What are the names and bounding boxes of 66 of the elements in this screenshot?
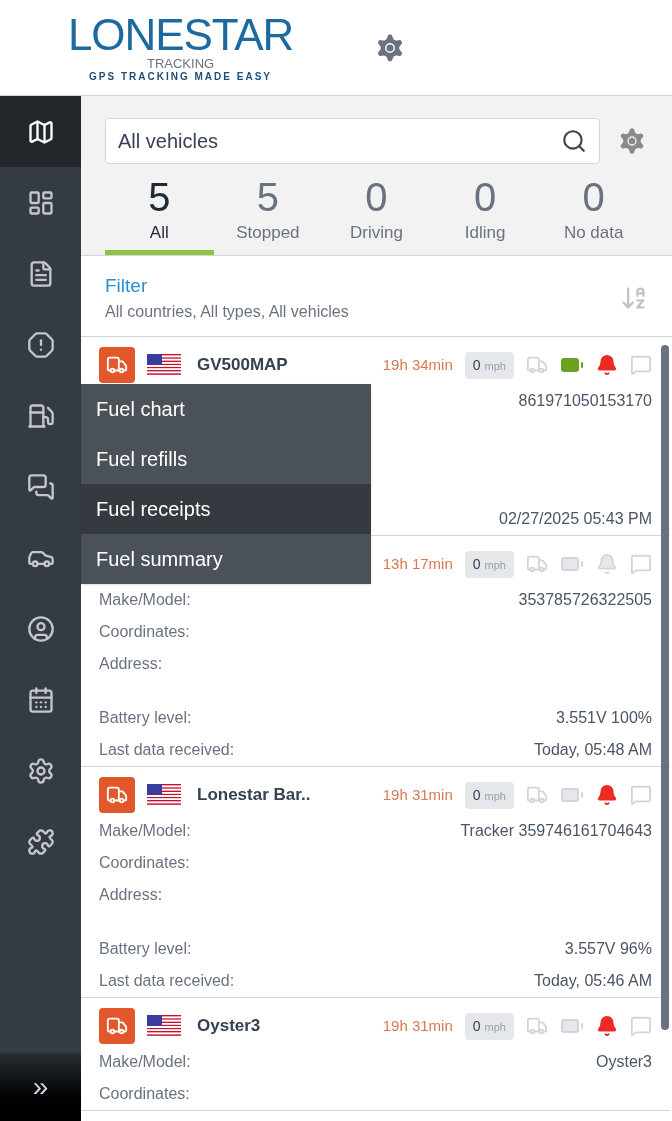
- us-flag-icon: [147, 354, 181, 376]
- speed-badge: 0 mph: [464, 1012, 514, 1040]
- field-label: Address:: [99, 885, 163, 905]
- field-value: Today, 05:46 AM: [534, 971, 652, 991]
- field-label: Coordinates:: [99, 853, 190, 873]
- field-label: Last data received:: [99, 740, 235, 760]
- field-value: Today, 05:48 AM: [534, 740, 652, 760]
- vehicle-name[interactable]: Oyster3: [197, 1013, 261, 1039]
- scrollbar[interactable]: [661, 345, 669, 1030]
- field-value: Tracker 359746161704643: [460, 821, 652, 841]
- trailer-icon: [526, 354, 548, 376]
- status-tab[interactable]: 0 No data: [539, 174, 648, 255]
- fuel-pump-icon: [26, 401, 55, 430]
- field-label: Last data received:: [99, 971, 235, 991]
- field-label: Make/Model:: [99, 821, 191, 841]
- menu-item[interactable]: Fuel receipts: [81, 484, 371, 534]
- settings-icon: [26, 756, 55, 785]
- menu-item[interactable]: Fuel chart: [81, 384, 371, 434]
- field-label: Battery level:: [99, 708, 192, 728]
- vehicle-name[interactable]: Lonestar Bar..: [197, 782, 311, 808]
- user-icon: [26, 614, 55, 643]
- field-value: 3.551V 100%: [555, 708, 652, 728]
- status-tab[interactable]: 0 Idling: [430, 174, 540, 255]
- field-label: Address:: [99, 654, 163, 674]
- speed-badge: 0 mph: [464, 550, 514, 578]
- sidebar-item[interactable]: [0, 96, 81, 167]
- field-label: Battery level:: [99, 939, 192, 959]
- us-flag-icon: [147, 1015, 181, 1037]
- stop-duration: 19h 34min: [382, 354, 453, 375]
- filter-summary: All countries, All types, All vehicles: [105, 302, 349, 322]
- field-value: 861971050153170: [518, 391, 652, 411]
- truck-icon: [99, 347, 135, 383]
- stop-duration: 19h 31min: [382, 1015, 453, 1036]
- stop-duration: 19h 31min: [382, 784, 453, 805]
- field-label: Coordinates:: [99, 622, 190, 642]
- company-logo[interactable]: LONESTAR TRACKING GPS TRACKING MADE EASY: [68, 13, 294, 82]
- vehicle-name[interactable]: GV500MAP: [197, 352, 288, 378]
- field-value: 353785726322505: [518, 590, 652, 610]
- field-value: 3.557V 96%: [564, 939, 652, 959]
- puzzle-icon: [26, 827, 55, 856]
- menu-item[interactable]: Fuel refills: [81, 434, 371, 484]
- alert-icon: [26, 330, 55, 359]
- field-value: Oyster3: [596, 1052, 652, 1072]
- calendar-icon: [26, 685, 55, 714]
- status-tab[interactable]: 5 Stopped: [213, 174, 323, 255]
- status-tab[interactable]: 0 Driving: [322, 174, 431, 255]
- trailer-icon: [526, 553, 548, 575]
- trailer-icon: [526, 784, 548, 806]
- field-label: Make/Model:: [99, 1052, 191, 1072]
- search-field[interactable]: All vehicles: [105, 118, 600, 164]
- filter-link[interactable]: Filter: [105, 271, 349, 300]
- search-icon: [561, 128, 587, 154]
- us-flag-icon: [147, 784, 181, 806]
- speed-badge: 0 mph: [464, 351, 514, 379]
- dashboard-icon: [26, 188, 55, 217]
- field-value: 02/27/2025 05:43 PM: [499, 509, 652, 529]
- expand-button[interactable]: »: [0, 1053, 81, 1121]
- speed-badge: 0 mph: [464, 781, 514, 809]
- truck-icon: [99, 1008, 135, 1044]
- truck-icon: [99, 777, 135, 813]
- trailer-icon: [526, 1015, 548, 1037]
- field-label: Make/Model:: [99, 590, 191, 610]
- menu-item[interactable]: Fuel summary: [81, 534, 371, 584]
- stop-duration: 13h 17min: [382, 553, 453, 574]
- field-label: Coordinates:: [99, 1084, 190, 1104]
- chat-icon: [26, 472, 55, 501]
